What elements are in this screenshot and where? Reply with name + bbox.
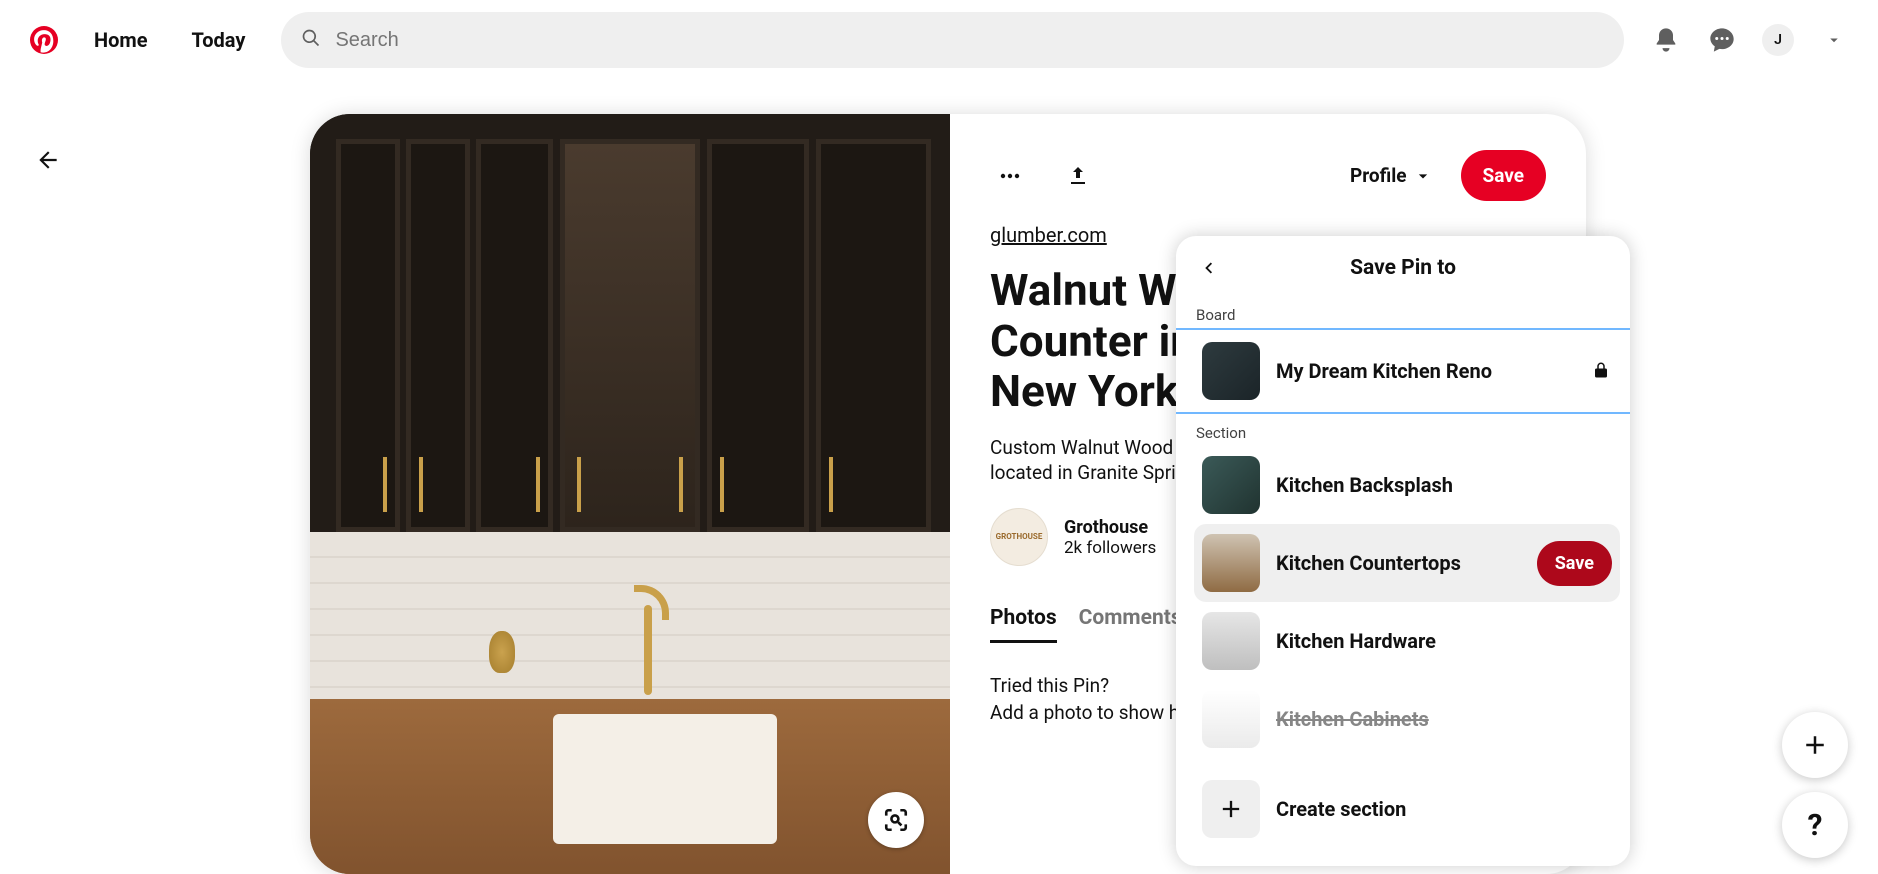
account-avatar[interactable]: J: [1754, 16, 1802, 64]
highlight-line: [1176, 328, 1630, 330]
save-button[interactable]: Save: [1461, 150, 1547, 201]
header: Home Today J: [0, 0, 1878, 80]
author-followers: 2k followers: [1064, 538, 1156, 558]
share-icon[interactable]: [1058, 156, 1098, 196]
tab-comments[interactable]: Comments: [1079, 606, 1182, 643]
board-selector-label: Profile: [1350, 164, 1407, 187]
tab-photos[interactable]: Photos: [990, 606, 1057, 643]
author-name: Grothouse: [1064, 517, 1156, 538]
board-thumb: [1202, 342, 1260, 400]
pinterest-logo[interactable]: [20, 16, 68, 64]
section-name: Kitchen Hardware: [1276, 629, 1612, 653]
section-row[interactable]: Kitchen Hardware: [1194, 602, 1620, 680]
create-section-label: Create section: [1276, 797, 1604, 821]
lock-icon: [1592, 361, 1612, 381]
board-selector[interactable]: Profile: [1350, 164, 1433, 187]
pin-image[interactable]: [310, 114, 950, 874]
search-input[interactable]: [333, 28, 1604, 53]
messages-icon[interactable]: [1698, 16, 1746, 64]
create-section-button[interactable]: Create section: [1194, 772, 1612, 846]
save-pin-popover: Save Pin to Board My Dream Kitchen Reno …: [1176, 236, 1630, 866]
search-icon: [301, 28, 321, 52]
nav-today[interactable]: Today: [174, 16, 264, 64]
kitchen-illustration: [310, 114, 950, 874]
section-thumb: [1202, 690, 1260, 748]
section-heading: Section: [1196, 424, 1620, 442]
chevron-down-icon: [1413, 166, 1433, 186]
section-save-button[interactable]: Save: [1537, 541, 1612, 586]
section-thumb: [1202, 534, 1260, 592]
more-options-icon[interactable]: [990, 156, 1030, 196]
section-name: Kitchen Backsplash: [1276, 473, 1612, 497]
help-button[interactable]: ?: [1782, 792, 1848, 858]
add-pin-button[interactable]: [1782, 712, 1848, 778]
search-bar[interactable]: [281, 12, 1624, 68]
board-name: My Dream Kitchen Reno: [1276, 359, 1576, 383]
board-row[interactable]: My Dream Kitchen Reno: [1194, 332, 1620, 410]
section-thumb: [1202, 456, 1260, 514]
visual-search-icon[interactable]: [868, 792, 924, 848]
section-row[interactable]: Kitchen Backsplash: [1194, 446, 1620, 524]
notifications-icon[interactable]: [1642, 16, 1690, 64]
section-row[interactable]: Kitchen Countertops Save: [1194, 524, 1620, 602]
popover-back-icon[interactable]: [1190, 250, 1226, 286]
author-avatar: GROTHOUSE: [990, 508, 1048, 566]
section-thumb: [1202, 612, 1260, 670]
plus-icon: [1202, 780, 1260, 838]
board-heading: Board: [1196, 306, 1620, 324]
highlight-line: [1176, 412, 1630, 414]
avatar-initial: J: [1774, 32, 1782, 48]
section-name: Kitchen Countertops: [1276, 551, 1521, 575]
section-name: Kitchen Cabinets: [1276, 707, 1612, 731]
back-button[interactable]: [24, 136, 72, 184]
nav-home[interactable]: Home: [76, 16, 166, 64]
popover-title: Save Pin to: [1350, 256, 1456, 280]
account-menu-chevron[interactable]: [1810, 16, 1858, 64]
popover-scroll[interactable]: Board My Dream Kitchen Reno Section Kitc…: [1176, 300, 1630, 761]
section-row[interactable]: Kitchen Cabinets: [1194, 680, 1620, 758]
